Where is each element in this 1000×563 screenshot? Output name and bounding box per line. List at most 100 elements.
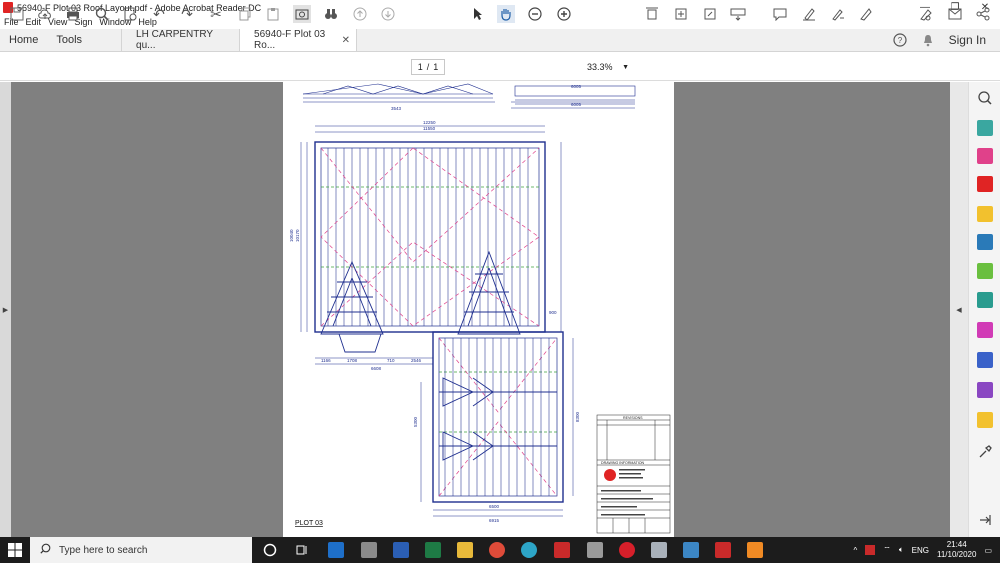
page-separator: / (426, 62, 430, 72)
send-for-signature-icon[interactable] (977, 382, 993, 398)
scroll-mode-icon[interactable] (672, 5, 690, 23)
opera-icon[interactable] (619, 542, 635, 558)
dim-top-1: 12250 (423, 120, 436, 125)
pdf-page[interactable]: 12250 11550 6005 6005 3543 1166 1708 710… (283, 82, 674, 537)
dim-mid-2: 6005 (571, 102, 582, 107)
sign-pen-icon[interactable] (917, 5, 935, 23)
copy-icon[interactable] (236, 5, 254, 23)
word-icon[interactable] (393, 542, 409, 558)
dim-marker: 900 (549, 310, 557, 315)
full-screen-icon[interactable] (701, 5, 719, 23)
excel-icon[interactable] (425, 542, 441, 558)
dim-side-1: 10040 (289, 229, 294, 242)
clock-date: 11/10/2020 (936, 550, 977, 559)
tab-tools[interactable]: Tools (47, 29, 91, 51)
clock[interactable]: 21:44 11/10/2020 (937, 540, 976, 560)
review-doc-icon[interactable] (121, 5, 139, 23)
highlight-pen-icon[interactable] (800, 5, 818, 23)
share-link-icon[interactable] (974, 5, 992, 23)
outlook-icon[interactable] (328, 542, 344, 558)
scanner-app-icon[interactable] (587, 542, 603, 558)
help-icon[interactable]: ? (893, 33, 907, 47)
fill-sign-tool-icon[interactable] (977, 322, 993, 338)
left-panel-toggle[interactable]: ▶ (0, 82, 11, 537)
more-tools-icon[interactable] (977, 444, 993, 460)
zoom-out-icon[interactable] (526, 5, 544, 23)
zoom-in-icon[interactable] (555, 5, 573, 23)
zoom-value: 33.3% (587, 62, 613, 72)
select-cursor-icon[interactable] (469, 5, 487, 23)
export-pdf-icon[interactable] (977, 120, 993, 136)
binoculars-icon[interactable] (322, 5, 340, 23)
task-view-icon[interactable] (294, 542, 310, 558)
edge-icon[interactable] (521, 542, 537, 558)
media-app-icon[interactable] (747, 542, 763, 558)
dim-bottom-4: 2546 (411, 358, 422, 363)
print-icon[interactable] (64, 5, 82, 23)
hand-tool-icon[interactable] (497, 5, 515, 23)
volume-icon[interactable]: 🔈︎ (899, 545, 904, 555)
search-tools-icon[interactable] (977, 90, 993, 106)
combine-files-icon[interactable] (977, 234, 993, 250)
page-number-field[interactable]: 1 / 1 (411, 59, 445, 75)
file-explorer-icon[interactable] (457, 542, 473, 558)
search-icon (40, 543, 51, 557)
chevron-left-icon: ◀ (956, 306, 962, 314)
cut-icon[interactable]: ✂ (207, 5, 225, 23)
page-current[interactable]: 1 (418, 62, 423, 72)
create-pdf-icon[interactable] (977, 176, 993, 192)
language-indicator[interactable]: ENG (912, 546, 929, 555)
tab-home[interactable]: Home (0, 29, 47, 51)
organize-pages-icon[interactable] (977, 263, 993, 279)
tray-acrobat-icon[interactable] (865, 545, 876, 555)
email-icon[interactable] (946, 5, 964, 23)
comment-icon[interactable] (771, 5, 789, 23)
printer-app-icon[interactable] (651, 542, 667, 558)
notifications-icon[interactable]: ▭ (984, 546, 992, 555)
dim-bottom-total: 6608 (371, 366, 382, 371)
protect-icon[interactable] (977, 352, 993, 368)
scan-ocr-icon[interactable] (977, 292, 993, 308)
chrome-icon[interactable] (489, 542, 505, 558)
draw-freehand-icon[interactable] (829, 5, 847, 23)
roof-layout-drawing: 12250 11550 6005 6005 3543 1166 1708 710… (289, 83, 671, 534)
notification-bell-icon[interactable] (921, 33, 935, 47)
save-icon[interactable] (8, 5, 26, 23)
comment-tool-icon[interactable] (977, 206, 993, 222)
paste-icon[interactable] (264, 5, 282, 23)
close-tab-icon[interactable]: ✕ (342, 35, 350, 46)
send-for-comments-icon[interactable] (977, 412, 993, 428)
tab-document-1[interactable]: LH CARPENTRY qu... (121, 29, 239, 51)
sign-in-link[interactable]: Sign In (949, 33, 986, 47)
photos-icon[interactable] (683, 542, 699, 558)
redo-icon[interactable]: ↷ (178, 5, 196, 23)
plot-label: PLOT 03 (295, 520, 323, 527)
next-page-icon[interactable] (379, 5, 397, 23)
find-zoom-icon[interactable] (93, 5, 111, 23)
fill-sign-icon[interactable] (857, 5, 875, 23)
edit-pdf-icon[interactable] (977, 148, 993, 164)
previous-page-icon[interactable] (351, 5, 369, 23)
cortana-icon[interactable] (262, 542, 278, 558)
zoom-dropdown[interactable]: 33.3% ▼ (584, 59, 632, 75)
taskbar-search-box[interactable]: Type here to search (30, 537, 252, 563)
keyboard-scroll-icon[interactable] (729, 5, 747, 23)
tray-chevron-up-icon[interactable]: ^ (854, 546, 858, 555)
calculator-icon[interactable] (361, 542, 377, 558)
network-icon[interactable]: ⌔ (883, 545, 891, 555)
dim-left: 3543 (391, 106, 402, 111)
upload-cloud-icon[interactable] (36, 5, 54, 23)
undo-icon[interactable]: ↶ (150, 5, 168, 23)
expand-panel-icon[interactable] (977, 512, 993, 528)
fit-page-icon[interactable] (643, 5, 661, 23)
tab-document-1-label: LH CARPENTRY qu... (136, 29, 213, 51)
tab-bar: Home Tools LH CARPENTRY qu... 56940-F Pl… (0, 29, 1000, 52)
tab-document-2[interactable]: 56940-F Plot 03 Ro... ✕ (239, 29, 358, 51)
snapshot-camera-icon[interactable] (293, 5, 311, 23)
acrobat-taskbar-icon[interactable] (554, 542, 570, 558)
right-panel-collapse[interactable]: ◀ (950, 82, 968, 537)
page-total: 1 (433, 62, 439, 72)
windows-start-icon[interactable] (0, 537, 30, 563)
drawing-info-heading: DRAWING INFORMATION (601, 461, 645, 465)
acrobat-reader-active-icon[interactable] (715, 542, 731, 558)
